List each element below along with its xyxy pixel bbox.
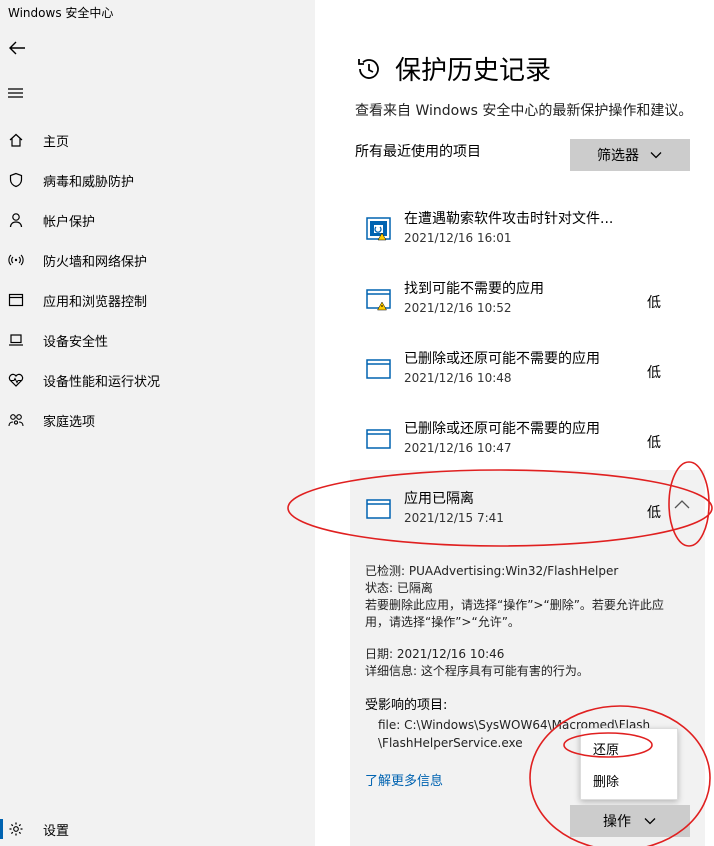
instruction-line-1: 若要删除此应用，请选择“操作”>“删除”。若要允许此应 xyxy=(365,598,664,612)
history-icon xyxy=(358,58,379,79)
history-item-ransomware[interactable]: 在遭遇勒索软件攻击时针对文件... 2021/12/16 16:01 xyxy=(350,198,705,268)
page-title: 保护历史记录 xyxy=(395,56,552,86)
severity-label: 低 xyxy=(647,365,661,381)
sidebar-item-label: 防火墙和网络保护 xyxy=(43,254,148,270)
severity-label: 低 xyxy=(647,435,661,451)
severity-label: 低 xyxy=(647,505,661,521)
threat-status: 状态: 已隔离 xyxy=(365,581,433,595)
person-icon xyxy=(8,212,24,228)
sidebar-item-family[interactable]: 家庭选项 xyxy=(0,400,315,440)
affected-items-label: 受影响的项目: xyxy=(365,698,448,713)
family-icon xyxy=(8,412,24,428)
chevron-down-icon xyxy=(644,818,656,825)
history-item-date: 2021/12/15 7:41 xyxy=(404,511,504,525)
action-dropdown-menu: 还原 删除 xyxy=(580,728,678,800)
app-window-icon xyxy=(8,292,24,308)
page-header: 保护历史记录 xyxy=(355,50,551,87)
detected-threat: 已检测: PUAAdvertising:Win32/FlashHelper xyxy=(365,564,619,578)
history-item-quarantined[interactable]: 应用已隔离 2021/12/15 7:41 低 xyxy=(350,478,705,548)
laptop-icon xyxy=(8,332,24,348)
history-item-quarantined-expanded: 应用已隔离 2021/12/15 7:41 低 已检测: PUAAdvertis… xyxy=(350,470,705,846)
history-item-pua-found[interactable]: 找到可能不需要的应用 2021/12/16 10:52 低 xyxy=(350,268,705,338)
sidebar-item-label: 病毒和威胁防护 xyxy=(43,174,135,190)
sidebar-item-label: 主页 xyxy=(43,134,70,150)
action-button[interactable]: 操作 xyxy=(570,805,690,837)
sidebar: Windows 安全中心 主页 病毒和威胁防护 帐户保护 防火墙和网络保护 应用… xyxy=(0,0,315,846)
wifi-icon xyxy=(8,252,24,268)
menu-button[interactable] xyxy=(5,81,29,105)
app-warning-icon xyxy=(366,289,391,311)
history-item-date: 2021/12/16 10:48 xyxy=(404,371,512,385)
history-item-title: 在遭遇勒索软件攻击时针对文件... xyxy=(404,211,614,227)
filter-label: 筛选器 xyxy=(597,148,639,164)
affected-file-name: \FlashHelperService.exe xyxy=(378,736,523,750)
sidebar-item-device-security[interactable]: 设备安全性 xyxy=(0,320,315,360)
learn-more-link[interactable]: 了解更多信息 xyxy=(365,770,443,789)
detection-date: 日期: 2021/12/16 10:46 xyxy=(365,647,505,661)
history-item-title: 已删除或还原可能不需要的应用 xyxy=(404,351,600,367)
sidebar-item-firewall[interactable]: 防火墙和网络保护 xyxy=(0,240,315,280)
app-window-icon xyxy=(366,429,391,449)
sidebar-item-label: 设备性能和运行状况 xyxy=(43,374,161,390)
chevron-down-icon xyxy=(650,152,662,159)
page-description: 查看来自 Windows 安全中心的最新保护操作和建议。 xyxy=(355,103,693,119)
sidebar-item-label: 帐户保护 xyxy=(43,214,96,230)
menu-item-delete[interactable]: 删除 xyxy=(581,765,677,795)
recent-items-label: 所有最近使用的项目 xyxy=(355,144,481,160)
app-window-icon xyxy=(366,499,391,519)
window-title: Windows 安全中心 xyxy=(8,6,114,20)
filter-button[interactable]: 筛选器 xyxy=(570,139,690,171)
history-item-pua-removed-1[interactable]: 已删除或还原可能不需要的应用 2021/12/16 10:48 低 xyxy=(350,338,705,408)
sidebar-item-label: 家庭选项 xyxy=(43,414,96,430)
back-button[interactable] xyxy=(5,36,29,60)
instruction-line-2: 用，请选择“操作”>“允许”。 xyxy=(365,615,520,629)
gear-icon xyxy=(8,821,24,837)
sidebar-item-label: 设备安全性 xyxy=(43,334,109,350)
main-content: 保护历史记录 查看来自 Windows 安全中心的最新保护操作和建议。 所有最近… xyxy=(315,0,714,846)
history-item-pua-removed-2[interactable]: 已删除或还原可能不需要的应用 2021/12/16 10:47 低 xyxy=(350,408,705,478)
action-label: 操作 xyxy=(603,814,631,830)
menu-item-restore[interactable]: 还原 xyxy=(581,733,677,763)
selection-indicator xyxy=(0,819,3,839)
sidebar-item-home[interactable]: 主页 xyxy=(0,120,315,160)
sidebar-item-settings[interactable]: 设置 xyxy=(0,809,315,846)
severity-label: 低 xyxy=(647,295,661,311)
sidebar-item-device-health[interactable]: 设备性能和运行状况 xyxy=(0,360,315,400)
history-item-title: 找到可能不需要的应用 xyxy=(404,281,544,297)
sidebar-item-label: 应用和浏览器控制 xyxy=(43,294,148,310)
history-item-date: 2021/12/16 10:47 xyxy=(404,441,512,455)
app-window-icon xyxy=(366,359,391,379)
collapse-button[interactable] xyxy=(670,493,694,517)
back-arrow-icon xyxy=(9,41,25,55)
sidebar-item-account[interactable]: 帐户保护 xyxy=(0,200,315,240)
history-item-date: 2021/12/16 10:52 xyxy=(404,301,512,315)
sidebar-item-app-browser[interactable]: 应用和浏览器控制 xyxy=(0,280,315,320)
history-item-title: 应用已隔离 xyxy=(404,491,474,507)
heart-icon xyxy=(8,372,24,388)
history-item-title: 已删除或还原可能不需要的应用 xyxy=(404,421,600,437)
settings-label: 设置 xyxy=(43,823,70,839)
home-icon xyxy=(8,132,24,148)
hamburger-icon xyxy=(8,88,23,98)
history-item-date: 2021/12/16 16:01 xyxy=(404,231,512,245)
threat-details: 详细信息: 这个程序具有可能有害的行为。 xyxy=(365,664,589,678)
chevron-up-icon xyxy=(674,500,690,509)
ransomware-protection-icon xyxy=(366,217,391,241)
sidebar-item-virus-protection[interactable]: 病毒和威胁防护 xyxy=(0,160,315,200)
shield-icon xyxy=(8,172,24,188)
